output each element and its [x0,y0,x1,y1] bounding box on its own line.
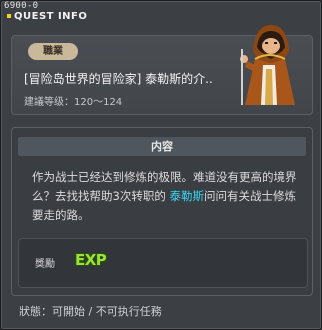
job-badge: 職業 [28,43,78,60]
reward-box: 獎勵 EXP [18,238,308,288]
window-title: QUEST INFO [7,11,87,22]
quest-info-window: 6900-0 QUEST INFO 職業 [冒险岛世界的冒险家] 泰勒斯的介..… [0,0,322,330]
quest-content: 内容 作为战士已经达到修炼的极限。难道没有更高的境界么？去找找帮助3次转职的 泰… [11,127,313,296]
quest-status: 狀態：可開始 / 不可执行任務 [19,305,162,318]
quest-id: 6900-0 [4,1,39,11]
quest-title: [冒险岛世界的冒险家] 泰勒斯的介.. [24,72,213,86]
window-title-text: QUEST INFO [14,11,88,22]
recommended-level: 建議等级：120～124 [24,97,123,108]
reward-label: 獎勵 [35,259,55,270]
exp-icon: EXP [75,251,107,269]
title-bullet-icon [7,14,11,18]
npc-portrait-icon [240,25,295,105]
content-section-title: 内容 [18,137,306,156]
quest-description: 作为战士已经达到修炼的极限。难道没有更高的境界么？去找找帮助3次转职的 泰勒斯问… [32,168,304,225]
npc-name-link[interactable]: 泰勒斯 [169,189,204,203]
